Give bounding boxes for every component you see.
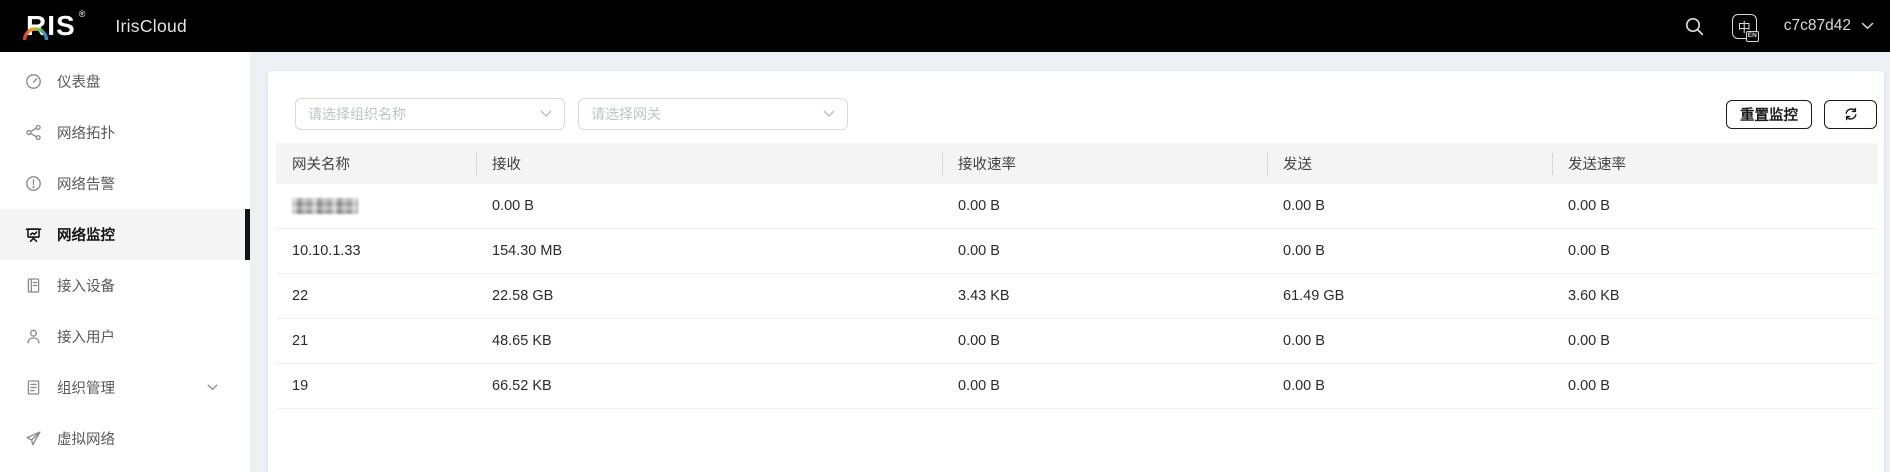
org-icon	[25, 379, 42, 396]
sidebar-item-label: 仪表盘	[57, 75, 101, 91]
gateway-name-cell: 10.10.1.33	[292, 243, 361, 259]
monitor-icon	[25, 226, 42, 243]
chevron-down-icon	[823, 110, 835, 118]
lang-en-badge: EN	[1745, 31, 1759, 42]
gateway-select[interactable]: 请选择网关	[578, 98, 848, 130]
send-rate-cell: 0.00 B	[1568, 198, 1610, 214]
table-row[interactable]: 19 66.52 KB 0.00 B 0.00 B 0.00 B	[276, 364, 1878, 409]
send-rate-cell: 0.00 B	[1568, 378, 1610, 394]
gateway-name-cell	[276, 198, 476, 214]
send-rate-cell: 0.00 B	[1568, 333, 1610, 349]
redacted-gateway-name	[292, 198, 358, 214]
device-icon	[25, 277, 42, 294]
topbar-actions: 中 EN c7c87d42	[1684, 13, 1874, 42]
sidebar-item-network-topology[interactable]: 网络拓扑	[0, 107, 250, 158]
column-header-received: 接收	[476, 153, 942, 174]
gateway-name-cell: 21	[292, 333, 309, 349]
refresh-icon	[1845, 107, 1856, 121]
receive-rate-cell: 0.00 B	[958, 198, 1000, 214]
received-cell: 154.30 MB	[492, 243, 563, 259]
product-name: IrisCloud	[115, 15, 188, 36]
sidebar-item-network-monitoring[interactable]: 网络监控	[0, 209, 250, 260]
sidebar-item-label: 网络监控	[57, 228, 115, 244]
chevron-down-icon	[1861, 22, 1874, 29]
sidebar-item-label: 接入设备	[57, 279, 115, 295]
received-cell: 66.52 KB	[492, 378, 552, 394]
reset-monitor-button[interactable]: 重置监控	[1726, 99, 1812, 129]
brand-logo[interactable]: RIS ®	[22, 9, 86, 41]
sidebar-item-label: 网络告警	[57, 177, 115, 193]
receive-rate-cell: 3.43 KB	[958, 288, 1010, 304]
registered-mark: ®	[78, 9, 86, 19]
sent-cell: 0.00 B	[1283, 378, 1325, 394]
table-row[interactable]: 10.10.1.33 154.30 MB 0.00 B 0.00 B 0.00 …	[276, 229, 1878, 274]
table-row[interactable]: 22 22.58 GB 3.43 KB 61.49 GB 3.60 KB	[276, 274, 1878, 319]
sent-cell: 0.00 B	[1283, 198, 1325, 214]
sent-cell: 61.49 GB	[1283, 288, 1345, 304]
sidebar-item-label: 组织管理	[57, 381, 115, 397]
chevron-down-icon	[540, 110, 552, 118]
language-switch-icon[interactable]: 中 EN	[1731, 13, 1759, 42]
sidebar-item-access-users[interactable]: 接入用户	[0, 311, 250, 362]
receive-rate-cell: 0.00 B	[958, 378, 1000, 394]
sidebar-item-organization-management[interactable]: 组织管理	[0, 362, 250, 413]
sent-cell: 0.00 B	[1283, 243, 1325, 259]
org-select-placeholder: 请选择组织名称	[308, 106, 406, 122]
received-cell: 0.00 B	[492, 198, 534, 214]
gateway-select-placeholder: 请选择网关	[591, 106, 661, 122]
sent-cell: 0.00 B	[1283, 333, 1325, 349]
gateway-monitor-table: 网关名称 接收 接收速率 发送 发送速率 0.00 B 0.00 B 0.00 …	[276, 143, 1878, 409]
monitoring-card: 请选择组织名称 请选择网关 重置监控 网关名称 接收 接收速率 发送 发送速率 …	[268, 71, 1884, 472]
sidebar-item-dashboard[interactable]: 仪表盘	[0, 56, 250, 107]
sidebar-item-virtual-network[interactable]: 虚拟网络	[0, 413, 250, 464]
chevron-down-icon	[207, 384, 218, 391]
receive-rate-cell: 0.00 B	[958, 243, 1000, 259]
user-menu[interactable]: c7c87d42	[1784, 17, 1874, 35]
received-cell: 48.65 KB	[492, 333, 552, 349]
gateway-name-cell: 22	[292, 288, 309, 304]
column-header-receive-rate: 接收速率	[942, 153, 1267, 174]
column-header-gateway-name: 网关名称	[292, 157, 350, 173]
alert-icon	[25, 175, 42, 192]
send-rate-cell: 3.60 KB	[1568, 288, 1620, 304]
topbar: RIS ® IrisCloud 中 EN c7c87d42	[0, 0, 1890, 52]
sidebar-item-label: 网络拓扑	[57, 126, 115, 142]
table-row[interactable]: 0.00 B 0.00 B 0.00 B 0.00 B	[276, 184, 1878, 229]
paper-plane-icon	[25, 430, 42, 447]
sidebar-item-label: 接入用户	[57, 330, 115, 346]
user-icon	[25, 328, 42, 345]
topology-icon	[25, 124, 42, 141]
sidebar-item-network-alerts[interactable]: 网络告警	[0, 158, 250, 209]
table-header-row: 网关名称 接收 接收速率 发送 发送速率	[276, 143, 1878, 184]
org-select[interactable]: 请选择组织名称	[295, 98, 565, 130]
send-rate-cell: 0.00 B	[1568, 243, 1610, 259]
refresh-button[interactable]	[1824, 99, 1877, 129]
username: c7c87d42	[1783, 17, 1851, 34]
sidebar: 仪表盘 网络拓扑 网络告警 网络监控 接入设备 接入用户 组织管理 虚拟网络	[0, 52, 250, 472]
sidebar-item-label: 虚拟网络	[57, 432, 115, 448]
filter-toolbar: 请选择组织名称 请选择网关 重置监控	[276, 71, 1878, 143]
search-icon[interactable]	[1684, 16, 1705, 37]
table-row[interactable]: 21 48.65 KB 0.00 B 0.00 B 0.00 B	[276, 319, 1878, 364]
received-cell: 22.58 GB	[492, 288, 554, 304]
receive-rate-cell: 0.00 B	[958, 333, 1000, 349]
gauge-icon	[25, 73, 42, 90]
column-header-sent: 发送	[1267, 153, 1552, 174]
rainbow-arc-icon	[22, 27, 49, 41]
main-content: 请选择组织名称 请选择网关 重置监控 网关名称 接收 接收速率 发送 发送速率 …	[250, 52, 1890, 472]
gateway-name-cell: 19	[292, 378, 309, 394]
toolbar-actions: 重置监控	[1726, 99, 1877, 129]
column-header-send-rate: 发送速率	[1552, 153, 1878, 174]
sidebar-item-access-devices[interactable]: 接入设备	[0, 260, 250, 311]
